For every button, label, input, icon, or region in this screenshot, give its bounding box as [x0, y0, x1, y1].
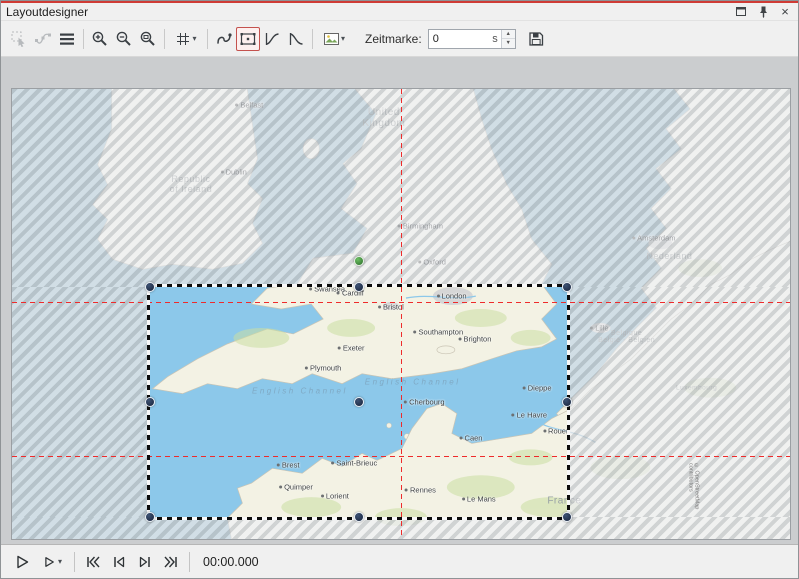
selection-handle-s[interactable]	[354, 512, 364, 522]
select-tool-button[interactable]	[7, 27, 31, 51]
selection-handle-nw[interactable]	[145, 282, 155, 292]
map-stage[interactable]: United KingdomRepublic of IrelandNederla…	[11, 88, 791, 540]
layoutdesigner-panel: Layoutdesigner ×	[0, 0, 799, 579]
zoom-in-button[interactable]	[88, 27, 112, 51]
play-from-button[interactable]: ▾	[35, 550, 69, 574]
fade-in-curve-icon[interactable]	[260, 27, 284, 51]
layers-icon[interactable]	[55, 27, 79, 51]
toolbar-separator	[83, 29, 84, 49]
panel-title: Layoutdesigner	[6, 5, 88, 19]
selection-handle-se[interactable]	[562, 512, 572, 522]
chevron-down-icon: ▾	[341, 34, 345, 43]
skip-end-button[interactable]	[158, 550, 184, 574]
play-button[interactable]	[9, 550, 35, 574]
fade-out-curve-icon[interactable]	[284, 27, 308, 51]
titlebar[interactable]: Layoutdesigner ×	[1, 3, 798, 21]
selection-handle-e[interactable]	[562, 397, 572, 407]
canvas-area: United KingdomRepublic of IrelandNederla…	[1, 57, 798, 544]
spin-down-button[interactable]: ▼	[502, 39, 515, 48]
save-button[interactable]	[524, 27, 548, 51]
rotation-handle[interactable]	[354, 256, 364, 266]
titlebar-buttons: ×	[733, 5, 793, 19]
chevron-down-icon: ▾	[192, 34, 196, 43]
out-of-frame-hatch	[12, 287, 150, 517]
camera-pan-tool-button[interactable]	[236, 27, 260, 51]
out-of-frame-hatch	[567, 287, 790, 517]
selection-handle-ne[interactable]	[562, 282, 572, 292]
toolbar-separator	[312, 29, 313, 49]
transport-separator	[189, 552, 190, 572]
zeitmarke-value[interactable]: 0	[429, 30, 493, 48]
motion-path-icon[interactable]	[212, 27, 236, 51]
grid-options-button[interactable]: ▾	[169, 27, 203, 51]
transport-bar: ▾ 00:00.000	[1, 544, 798, 578]
time-display: 00:00.000	[203, 555, 259, 569]
close-icon[interactable]: ×	[777, 5, 793, 19]
selection-handle-w[interactable]	[145, 397, 155, 407]
toolbar-separator	[164, 29, 165, 49]
zeitmarke-input[interactable]: 0 s ▲ ▼	[428, 29, 516, 49]
zeitmarke-label: Zeitmarke:	[365, 32, 422, 46]
chevron-down-icon: ▾	[58, 557, 62, 566]
selection-center-handle[interactable]	[354, 397, 364, 407]
step-forward-button[interactable]	[132, 550, 158, 574]
slide-options-button[interactable]: ▾	[317, 27, 351, 51]
skip-start-button[interactable]	[80, 550, 106, 574]
pin-icon[interactable]	[755, 5, 771, 19]
transport-separator	[74, 552, 75, 572]
selection-handle-sw[interactable]	[145, 512, 155, 522]
zoom-out-button[interactable]	[112, 27, 136, 51]
zeitmarke-unit: s	[492, 30, 501, 48]
step-back-button[interactable]	[106, 550, 132, 574]
zoom-fit-button[interactable]	[136, 27, 160, 51]
zeitmarke-spinner: ▲ ▼	[501, 30, 515, 48]
float-window-icon[interactable]	[733, 5, 749, 19]
toolbar: ▾ ▾ Zeitmarke: 0 s ▲ ▼	[1, 21, 798, 57]
spin-up-button[interactable]: ▲	[502, 30, 515, 40]
selection-frame[interactable]	[150, 287, 568, 517]
selection-handle-n[interactable]	[354, 282, 364, 292]
curve-nodes-icon[interactable]	[31, 27, 55, 51]
map-attribution: © OpenStreetMap contributors	[687, 463, 699, 540]
toolbar-separator	[207, 29, 208, 49]
